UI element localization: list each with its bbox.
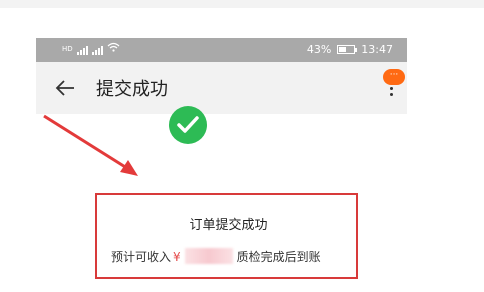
blurred-amount — [184, 248, 233, 264]
order-result-card: 订单提交成功 预计可收入 ¥ 质检完成后到账 — [95, 193, 358, 279]
expected-income-line: 预计可收入 ¥ 质检完成后到账 — [111, 248, 321, 265]
order-success-heading: 订单提交成功 — [189, 218, 268, 233]
currency-symbol: ¥ — [173, 250, 181, 264]
income-suffix: 质检完成后到账 — [236, 250, 321, 264]
income-prefix: 预计可收入 — [111, 250, 172, 264]
